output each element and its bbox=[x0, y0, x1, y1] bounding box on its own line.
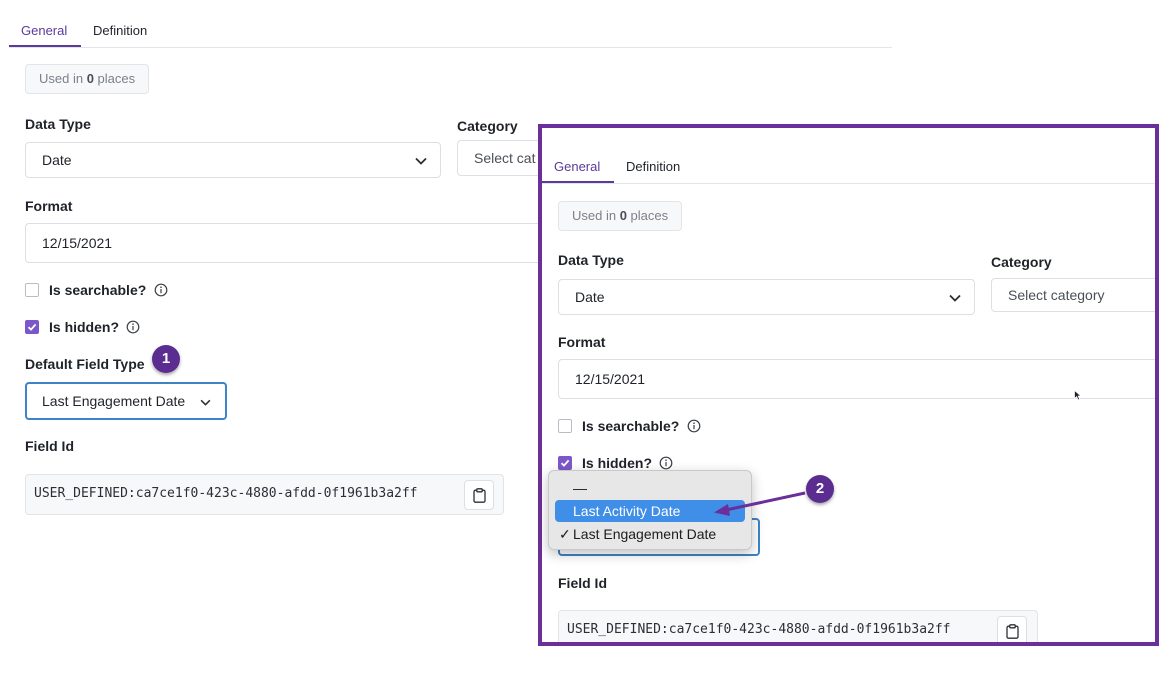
tab-general[interactable]: General bbox=[554, 159, 600, 174]
check-icon bbox=[27, 323, 37, 331]
info-icon[interactable] bbox=[126, 320, 140, 334]
tab-divider bbox=[542, 183, 1155, 184]
hidden-checkbox[interactable] bbox=[558, 456, 572, 470]
format-value: 12/15/2021 bbox=[42, 235, 113, 251]
searchable-label: Is searchable? bbox=[49, 282, 147, 298]
info-icon[interactable] bbox=[154, 283, 168, 297]
hidden-checkbox[interactable] bbox=[25, 320, 39, 334]
data-type-label: Data Type bbox=[25, 116, 91, 132]
default-field-type-label: Default Field Type bbox=[25, 356, 145, 372]
field-id-value: USER_DEFINED:ca7ce1f0-423c-4880-afdd-0f1… bbox=[34, 486, 418, 501]
arrow-icon bbox=[714, 491, 806, 516]
chevron-down-icon bbox=[200, 393, 211, 409]
searchable-checkbox[interactable] bbox=[25, 283, 39, 297]
searchable-label: Is searchable? bbox=[582, 418, 680, 434]
data-type-select[interactable]: Date bbox=[558, 279, 975, 315]
category-label: Category bbox=[457, 118, 518, 134]
info-icon[interactable] bbox=[659, 456, 673, 470]
callout-2: 2 bbox=[806, 475, 834, 503]
hidden-label: Is hidden? bbox=[49, 319, 119, 335]
clipboard-icon bbox=[1006, 624, 1019, 639]
format-input[interactable]: 12/15/2021 bbox=[558, 359, 1155, 399]
field-id-box: USER_DEFINED:ca7ce1f0-423c-4880-afdd-0f1… bbox=[25, 474, 504, 515]
field-id-box: USER_DEFINED:ca7ce1f0-423c-4880-afdd-0f1… bbox=[558, 610, 1038, 642]
data-type-value: Date bbox=[575, 289, 605, 305]
tab-definition[interactable]: Definition bbox=[93, 23, 147, 38]
usage-badge: Used in 0 places bbox=[25, 64, 150, 94]
format-label: Format bbox=[558, 334, 606, 350]
format-label: Format bbox=[25, 198, 73, 214]
chevron-down-icon bbox=[949, 289, 961, 305]
field-id-label: Field Id bbox=[25, 438, 74, 454]
data-type-value: Date bbox=[42, 152, 72, 168]
category-placeholder: Select cat bbox=[474, 150, 536, 166]
check-icon bbox=[560, 459, 570, 467]
default-field-type-value: Last Engagement Date bbox=[42, 393, 186, 409]
zoomed-screenshot-panel: General Definition Used in 0 places Data… bbox=[538, 124, 1159, 646]
check-icon: ✓ bbox=[559, 526, 571, 542]
field-id-label: Field Id bbox=[558, 575, 607, 591]
tab-general[interactable]: General bbox=[21, 23, 67, 38]
data-type-select[interactable]: Date bbox=[25, 142, 441, 178]
field-id-value: USER_DEFINED:ca7ce1f0-423c-4880-afdd-0f1… bbox=[567, 622, 951, 637]
copy-button[interactable] bbox=[997, 616, 1027, 642]
callout-1: 1 bbox=[152, 345, 180, 373]
clipboard-icon bbox=[473, 488, 486, 503]
info-icon[interactable] bbox=[687, 419, 701, 433]
tab-definition[interactable]: Definition bbox=[626, 159, 680, 174]
category-select[interactable]: Select category bbox=[991, 278, 1155, 312]
copy-button[interactable] bbox=[464, 480, 494, 510]
usage-badge: Used in 0 places bbox=[558, 201, 683, 231]
searchable-checkbox[interactable] bbox=[558, 419, 572, 433]
category-label: Category bbox=[991, 254, 1052, 270]
category-placeholder: Select category bbox=[1008, 287, 1105, 303]
hidden-label: Is hidden? bbox=[582, 455, 652, 471]
cursor-icon bbox=[1074, 390, 1082, 401]
format-value: 12/15/2021 bbox=[575, 371, 646, 387]
format-input[interactable]: 12/15/2021 bbox=[25, 223, 585, 263]
tab-divider bbox=[9, 47, 892, 48]
default-field-type-select[interactable]: Last Engagement Date bbox=[25, 382, 227, 420]
data-type-label: Data Type bbox=[558, 252, 624, 268]
chevron-down-icon bbox=[415, 152, 427, 168]
